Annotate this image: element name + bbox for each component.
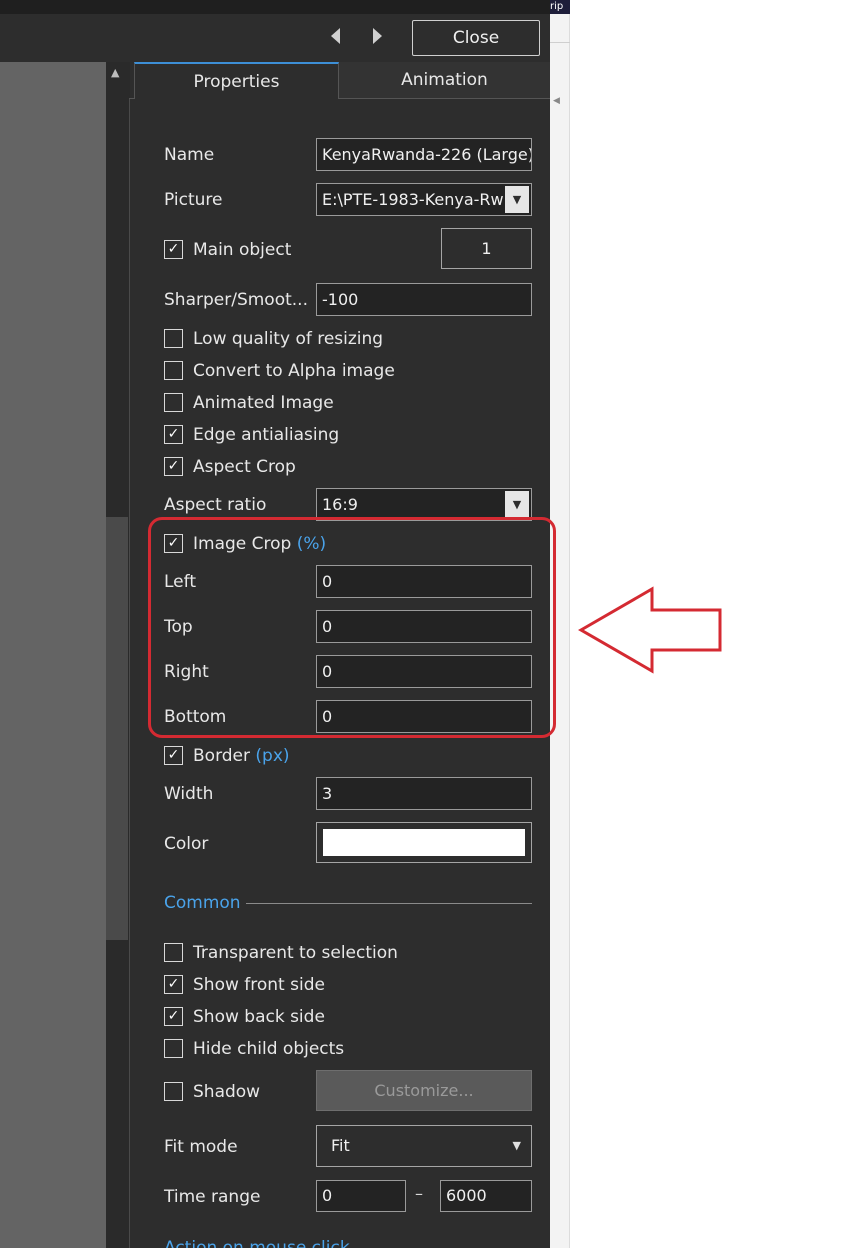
color-label: Color: [164, 834, 209, 854]
slide-preview-area: [0, 62, 106, 1248]
aspect-ratio-value: 16:9: [322, 495, 358, 514]
checkbox-label: Convert to Alpha image: [193, 361, 395, 381]
tab-baseline: [129, 98, 134, 99]
checkbox-label: Show front side: [193, 975, 325, 995]
main-object-label: Main object: [193, 240, 292, 260]
section-divider: [246, 903, 532, 904]
low-quality-resizing-checkbox[interactable]: [164, 329, 183, 348]
title-bar: [0, 0, 550, 14]
customize-shadow-button[interactable]: Customize...: [316, 1070, 532, 1111]
shadow-checkbox[interactable]: [164, 1082, 183, 1101]
convert-alpha-row[interactable]: Convert to Alpha image: [164, 359, 424, 381]
border-unit: (px): [255, 746, 290, 766]
show-front-side-row[interactable]: ✓ Show front side: [164, 973, 424, 995]
chevron-down-icon[interactable]: ▼: [505, 186, 529, 213]
previous-arrow-icon[interactable]: [331, 28, 340, 47]
picture-combo[interactable]: E:\PTE-1983-Kenya-Rw ▼: [316, 183, 532, 216]
scrollbar-thumb[interactable]: [106, 517, 128, 940]
transparent-selection-checkbox[interactable]: [164, 943, 183, 962]
main-object-checkbox-row[interactable]: ✓ Main object: [164, 238, 424, 260]
checkbox-label: Animated Image: [193, 393, 334, 413]
checkbox-label: Low quality of resizing: [193, 329, 384, 349]
image-crop-highlight-box: [148, 517, 556, 738]
sharper-smooth-label: Sharper/Smoot...: [164, 290, 308, 310]
vertical-scrollbar[interactable]: ▲: [106, 62, 130, 1248]
show-back-side-row[interactable]: ✓ Show back side: [164, 1005, 424, 1027]
border-checkbox[interactable]: ✓: [164, 746, 183, 765]
animated-image-row[interactable]: Animated Image: [164, 391, 424, 413]
name-field[interactable]: KenyaRwanda-226 (Large): [316, 138, 532, 171]
width-label: Width: [164, 784, 214, 804]
shadow-row[interactable]: Shadow: [164, 1080, 304, 1102]
edge-antialiasing-row[interactable]: ✓ Edge antialiasing: [164, 423, 424, 445]
animated-image-checkbox[interactable]: [164, 393, 183, 412]
scroll-up-icon[interactable]: ▲: [111, 66, 119, 79]
picture-path-text: E:\PTE-1983-Kenya-Rw: [322, 190, 504, 209]
checkbox-label: Aspect Crop: [193, 457, 296, 477]
checkbox-label: Edge antialiasing: [193, 425, 340, 445]
hide-child-objects-checkbox[interactable]: [164, 1039, 183, 1058]
fit-mode-value: Fit: [331, 1136, 350, 1155]
time-range-separator: –: [415, 1184, 423, 1203]
annotation-arrow-icon: [578, 586, 722, 674]
tab-properties[interactable]: Properties: [134, 62, 339, 99]
transparent-selection-row[interactable]: Transparent to selection: [164, 941, 424, 963]
time-range-from-field[interactable]: 0: [316, 1180, 406, 1212]
checkbox-label: Transparent to selection: [193, 943, 398, 963]
shadow-label: Shadow: [193, 1082, 261, 1102]
toolbar: Close: [0, 14, 550, 62]
main-object-checkbox[interactable]: ✓: [164, 240, 183, 259]
main-object-number-button[interactable]: 1: [441, 228, 532, 269]
border-color-picker[interactable]: [316, 822, 532, 863]
border-label-group: Border (px): [193, 744, 290, 768]
fit-mode-select[interactable]: Fit ▼: [316, 1125, 532, 1167]
show-front-side-checkbox[interactable]: ✓: [164, 975, 183, 994]
picture-label: Picture: [164, 190, 223, 210]
next-arrow-icon[interactable]: [373, 28, 382, 47]
tab-animation[interactable]: Animation: [339, 62, 550, 99]
low-quality-resizing-row[interactable]: Low quality of resizing: [164, 327, 424, 349]
checkbox-label: Hide child objects: [193, 1039, 345, 1059]
adjacent-window-title: rip: [550, 0, 570, 14]
border-width-field[interactable]: 3: [316, 777, 532, 810]
color-swatch: [323, 829, 525, 856]
close-button[interactable]: Close: [412, 20, 540, 56]
checkbox-label: Show back side: [193, 1007, 325, 1027]
aspect-crop-row[interactable]: ✓ Aspect Crop: [164, 455, 424, 477]
time-range-to-field[interactable]: 6000: [440, 1180, 532, 1212]
border-label: Border: [193, 746, 250, 766]
common-section-title: Common: [164, 893, 241, 913]
panel-divider: [129, 98, 130, 1248]
adjacent-divider: [550, 42, 570, 43]
hide-child-objects-row[interactable]: Hide child objects: [164, 1037, 424, 1059]
edge-antialiasing-checkbox[interactable]: ✓: [164, 425, 183, 444]
fit-mode-label: Fit mode: [164, 1137, 238, 1157]
collapse-arrow-icon[interactable]: ◀: [553, 96, 560, 106]
convert-alpha-checkbox[interactable]: [164, 361, 183, 380]
aspect-crop-checkbox[interactable]: ✓: [164, 457, 183, 476]
name-label: Name: [164, 145, 215, 165]
time-range-label: Time range: [164, 1187, 261, 1207]
chevron-down-icon[interactable]: ▼: [505, 491, 529, 518]
aspect-ratio-label: Aspect ratio: [164, 495, 267, 515]
chevron-down-icon: ▼: [512, 1139, 521, 1152]
border-row[interactable]: ✓ Border (px): [164, 744, 424, 766]
show-back-side-checkbox[interactable]: ✓: [164, 1007, 183, 1026]
sharper-smooth-field[interactable]: -100: [316, 283, 532, 316]
action-mouse-click-section-title: Action on mouse click: [164, 1238, 350, 1248]
